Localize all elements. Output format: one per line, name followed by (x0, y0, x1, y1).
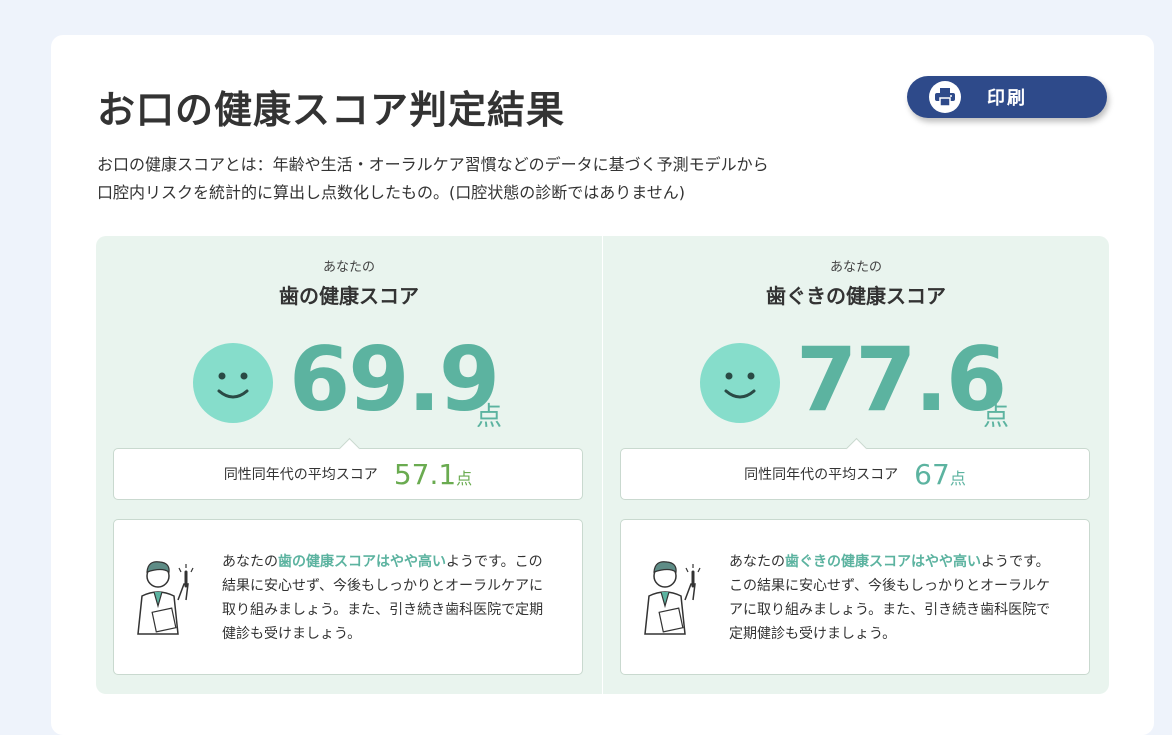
page-title: お口の健康スコア判定結果 (97, 88, 566, 132)
advice-box: あなたの歯ぐきの健康スコアはやや高いようです。この結果に安心せず、今後もしっかり… (620, 519, 1090, 675)
smiley-face-icon (193, 343, 273, 423)
score-title: 歯の健康スコア (279, 284, 419, 308)
score-subtitle: あなたの (829, 260, 882, 275)
score-subtitle: あなたの (322, 260, 375, 275)
print-label: 印刷 (987, 88, 1027, 109)
tooth-score-column: あなたの 歯の健康スコア 69.9 点 同性同年代の平均スコア 57.1点 あな… (96, 236, 602, 694)
average-value: 57.1点 (393, 457, 473, 491)
print-button[interactable]: 印刷 (907, 76, 1107, 118)
score-unit: 点 (983, 402, 1010, 432)
advice-highlight: 歯の健康スコアはやや高い (278, 554, 446, 570)
average-label: 同性同年代の平均スコア (223, 467, 378, 483)
doctor-illustration-icon (644, 561, 701, 635)
doctor-illustration-icon (137, 561, 194, 635)
smiley-face-icon (700, 343, 780, 423)
score-title: 歯ぐきの健康スコア (766, 284, 946, 308)
average-label: 同性同年代の平均スコア (744, 467, 899, 483)
printer-icon (929, 81, 961, 113)
score-panel: あなたの 歯の健康スコア 69.9 点 同性同年代の平均スコア 57.1点 あな… (96, 236, 1109, 694)
advice-text: あなたの歯ぐきの健康スコアはやや高いようです。この結果に安心せず、今後もしっかり… (729, 554, 1051, 642)
description-line: 口腔内リスクを統計的に算出し点数化したもの。(口腔状態の診断ではありません) (97, 183, 686, 202)
score-description: お口の健康スコアとは：年齢や生活・オーラルケア習慣などのデータに基づく予測モデル… (97, 151, 769, 207)
score-value: 77.6 (796, 328, 1007, 431)
advice-box: あなたの歯の健康スコアはやや高いようです。この結果に安心せず、今後もしっかりとオ… (113, 519, 583, 675)
score-unit: 点 (476, 402, 503, 432)
gum-score-column: あなたの 歯ぐきの健康スコア 77.6 点 同性同年代の平均スコア 67点 あな… (602, 236, 1109, 694)
average-score-box: 同性同年代の平均スコア 67点 (620, 437, 1090, 500)
score-value: 69.9 (289, 328, 500, 431)
description-line: お口の健康スコアとは：年齢や生活・オーラルケア習慣などのデータに基づく予測モデル… (97, 155, 769, 174)
average-value: 67点 (914, 457, 966, 491)
advice-highlight: 歯ぐきの健康スコアはやや高い (785, 554, 981, 570)
average-score-box: 同性同年代の平均スコア 57.1点 (113, 437, 583, 500)
result-card: お口の健康スコア判定結果 印刷 お口の健康スコアとは：年齢や生活・オーラルケア習… (51, 35, 1154, 735)
advice-text: あなたの歯の健康スコアはやや高いようです。この結果に安心せず、今後もしっかりとオ… (222, 554, 544, 642)
